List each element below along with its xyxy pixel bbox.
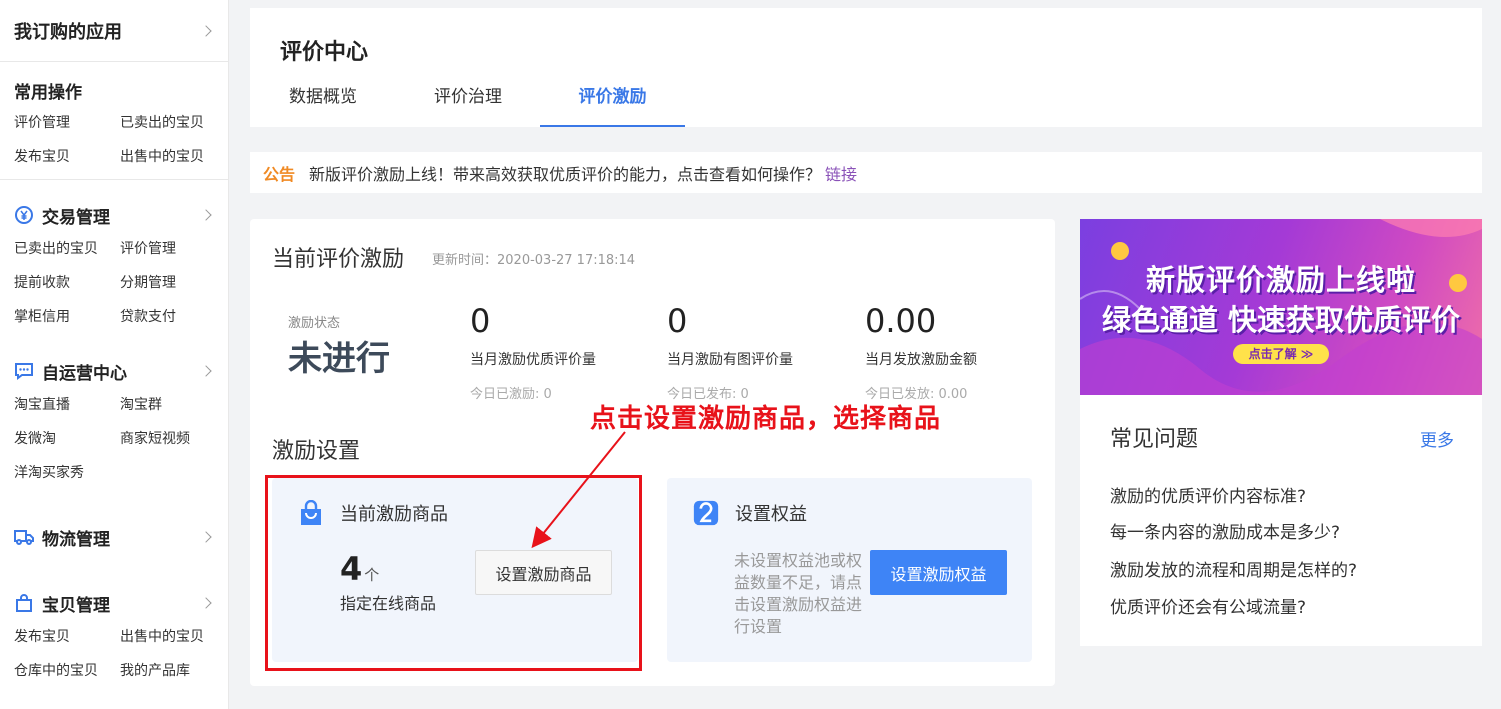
stat-quality-reviews: 0 当月激励优质评价量 今日已激励: 0 bbox=[470, 299, 596, 402]
page-header: 评价中心 数据概览 评价治理 评价激励 bbox=[250, 8, 1482, 127]
annotation-highlight-box bbox=[265, 475, 642, 671]
annotation-text: 点击设置激励商品，选择商品 bbox=[590, 404, 942, 434]
sidebar-common-title: 常用操作 bbox=[14, 82, 82, 103]
sidebar-logistics-header[interactable]: 物流管理 bbox=[14, 520, 212, 554]
rights-desc: 未设置权益池或权益数量不足，请点击设置激励权益进行设置 bbox=[734, 551, 863, 636]
sidebar-trade-header[interactable]: 交易管理 bbox=[14, 198, 212, 232]
status-value: 未进行 bbox=[288, 339, 390, 379]
sidebar-my-apps-label: 我订购的应用 bbox=[14, 21, 122, 43]
faq-card: 常见问题 更多 激励的优质评价内容标准? 每一条内容的激励成本是多少? 激励发放… bbox=[1080, 395, 1482, 646]
sidebar-self-section: 自运营中心 淘宝直播 淘宝群 发微淘 商家短视频 洋淘买家秀 bbox=[0, 334, 228, 490]
sidebar-link[interactable]: 评价管理 bbox=[120, 232, 220, 266]
sidebar-logistics-section: 物流管理 bbox=[0, 490, 228, 554]
faq-title: 常见问题 bbox=[1110, 427, 1199, 452]
announcement-message: 新版评价激励上线！带来高效获取优质评价的能力，点击查看如何操作？ bbox=[309, 164, 822, 184]
announcement-tag: 公告 bbox=[263, 164, 296, 184]
tab-data-overview[interactable]: 数据概览 bbox=[287, 80, 359, 127]
rights-box: 设置权益 未设置权益池或权益数量不足，请点击设置激励权益进行设置 设置激励权益 bbox=[667, 478, 1032, 662]
status-label: 激励状态 bbox=[288, 316, 341, 331]
chat-bubble-icon bbox=[14, 361, 34, 381]
number-two-icon bbox=[693, 500, 719, 526]
sidebar-link[interactable]: 发布宝贝 bbox=[14, 620, 120, 654]
stat-value: 0 bbox=[667, 302, 688, 340]
sidebar-link[interactable]: 发微淘 bbox=[14, 422, 120, 456]
settings-title: 激励设置 bbox=[272, 439, 361, 464]
sidebar-link[interactable]: 分期管理 bbox=[120, 266, 220, 300]
sidebar-trade-section: 交易管理 已卖出的宝贝 评价管理 提前收款 分期管理 掌柜信用 贷款支付 bbox=[0, 180, 228, 334]
shopping-bag-icon bbox=[14, 593, 34, 613]
banner-button[interactable]: 点击了解 ≫ bbox=[1233, 344, 1329, 364]
banner-line2: 绿色通道 快速获取优质评价 bbox=[1101, 303, 1461, 337]
incentive-title: 当前评价激励 bbox=[272, 247, 405, 272]
sidebar-my-apps[interactable]: 我订购的应用 bbox=[0, 0, 228, 62]
sidebar-link[interactable]: 贷款支付 bbox=[120, 300, 220, 334]
faq-item[interactable]: 激励的优质评价内容标准? bbox=[1110, 482, 1306, 507]
stat-incentive-amount: 0.00 当月发放激励金额 今日已发放: 0.00 bbox=[865, 299, 977, 402]
promo-banner[interactable]: 新版评价激励上线啦 绿色通道 快速获取优质评价 点击了解 ≫ bbox=[1080, 219, 1482, 395]
sidebar-link[interactable]: 洋淘买家秀 bbox=[14, 456, 120, 490]
stat-label: 当月激励优质评价量 bbox=[470, 352, 596, 368]
chevron-right-icon bbox=[200, 209, 212, 221]
stat-image-reviews: 0 当月激励有图评价量 今日已发布: 0 bbox=[667, 299, 793, 402]
sidebar-link[interactable]: 已卖出的宝贝 bbox=[120, 106, 220, 140]
stat-sub: 今日已激励: 0 bbox=[470, 387, 552, 402]
stat-value: 0.00 bbox=[865, 302, 937, 340]
sidebar-goods-section: 宝贝管理 发布宝贝 出售中的宝贝 仓库中的宝贝 我的产品库 bbox=[0, 554, 228, 688]
stat-value: 0 bbox=[470, 302, 491, 340]
tab-review-governance[interactable]: 评价治理 bbox=[432, 80, 504, 127]
chevron-right-icon bbox=[200, 597, 212, 609]
sidebar-link[interactable]: 发布宝贝 bbox=[14, 140, 120, 174]
sidebar-trade-title: 交易管理 bbox=[42, 207, 110, 228]
sidebar-link[interactable]: 淘宝直播 bbox=[14, 388, 120, 422]
sidebar-link[interactable]: 淘宝群 bbox=[120, 388, 220, 422]
sidebar-link[interactable]: 已卖出的宝贝 bbox=[14, 232, 120, 266]
sidebar-link[interactable]: 出售中的宝贝 bbox=[120, 620, 220, 654]
chevron-right-icon bbox=[200, 24, 212, 37]
set-incentive-rights-button[interactable]: 设置激励权益 bbox=[870, 550, 1007, 595]
banner-line1: 新版评价激励上线啦 bbox=[1145, 263, 1416, 297]
sidebar-link[interactable]: 仓库中的宝贝 bbox=[14, 654, 120, 688]
sidebar-link[interactable]: 商家短视频 bbox=[120, 422, 220, 456]
update-time: 更新时间：2020-03-27 17:18:14 bbox=[432, 253, 636, 268]
stat-label: 当月激励有图评价量 bbox=[667, 352, 793, 368]
sidebar-link[interactable]: 评价管理 bbox=[14, 106, 120, 140]
page-title: 评价中心 bbox=[280, 40, 369, 65]
sidebar-logistics-title: 物流管理 bbox=[42, 529, 110, 550]
rights-box-title: 设置权益 bbox=[735, 504, 807, 525]
tab-review-incentive[interactable]: 评价激励 bbox=[540, 80, 685, 127]
truck-icon bbox=[14, 527, 34, 547]
chevron-right-icon bbox=[200, 365, 212, 377]
sidebar-link[interactable]: 掌柜信用 bbox=[14, 300, 120, 334]
sidebar-common-section: 常用操作 评价管理 已卖出的宝贝 发布宝贝 出售中的宝贝 bbox=[0, 62, 228, 174]
faq-item[interactable]: 优质评价还会有公域流量? bbox=[1110, 593, 1306, 618]
sidebar-goods-title: 宝贝管理 bbox=[42, 595, 110, 616]
sidebar-goods-header[interactable]: 宝贝管理 bbox=[14, 586, 212, 620]
announcement-bar: 公告 新版评价激励上线！带来高效获取优质评价的能力，点击查看如何操作？ 链接 bbox=[250, 152, 1482, 193]
sidebar-self-title: 自运营中心 bbox=[42, 363, 127, 384]
sidebar-link[interactable]: 我的产品库 bbox=[120, 654, 220, 688]
faq-item[interactable]: 每一条内容的激励成本是多少? bbox=[1110, 518, 1340, 543]
sidebar: 我订购的应用 常用操作 评价管理 已卖出的宝贝 发布宝贝 出售中的宝贝 交易管理… bbox=[0, 0, 229, 709]
announcement-link[interactable]: 链接 bbox=[825, 161, 857, 185]
sidebar-self-header[interactable]: 自运营中心 bbox=[14, 354, 212, 388]
yuan-coin-icon bbox=[14, 205, 34, 225]
chevron-right-icon bbox=[200, 531, 212, 543]
sidebar-link[interactable]: 提前收款 bbox=[14, 266, 120, 300]
stat-label: 当月发放激励金额 bbox=[865, 352, 977, 368]
faq-item[interactable]: 激励发放的流程和周期是怎样的? bbox=[1110, 556, 1357, 581]
sidebar-link[interactable]: 出售中的宝贝 bbox=[120, 140, 220, 174]
faq-more-link[interactable]: 更多 bbox=[1420, 426, 1454, 451]
